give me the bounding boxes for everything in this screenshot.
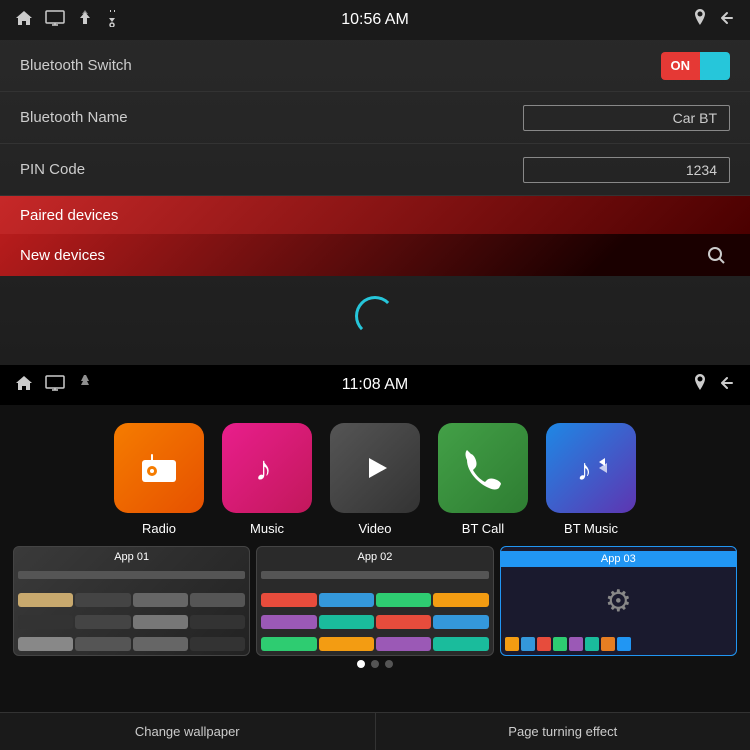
bluetooth-name-row: Bluetooth Name: [0, 92, 750, 144]
home-icon[interactable]: [15, 10, 33, 31]
bottom-display-icon[interactable]: [45, 375, 65, 396]
bluetooth-name-input[interactable]: [523, 105, 730, 131]
bottom-back-icon[interactable]: [719, 375, 735, 396]
thumbnail-app01-title: App 01: [14, 551, 249, 563]
bottom-time: 11:08 AM: [342, 376, 408, 394]
svg-text:♪: ♪: [577, 454, 592, 487]
location-icon: [693, 9, 707, 32]
thumbnail-row: App 01 App 02: [0, 546, 750, 656]
thumbnail-app02-title: App 02: [257, 551, 492, 563]
bottom-up-arrows-icon[interactable]: [77, 375, 93, 396]
music-icon: ♪: [222, 423, 312, 513]
pin-code-row: PIN Code: [0, 144, 750, 196]
radio-label: Radio: [142, 521, 176, 536]
paired-devices-label: Paired devices: [20, 207, 118, 224]
back-icon[interactable]: [719, 10, 735, 31]
bottom-status-bar: 11:08 AM: [0, 365, 750, 405]
app-grid: Radio ♪ Music Video B: [0, 405, 750, 546]
bluetooth-toggle[interactable]: ON: [661, 52, 731, 80]
radio-icon: [114, 423, 204, 513]
page-dots: [0, 656, 750, 676]
status-bar-left-icons: [15, 9, 119, 32]
thumbnail-app03-title: App 03: [501, 551, 736, 567]
bluetooth-name-label: Bluetooth Name: [20, 109, 128, 126]
thumbnail-app03[interactable]: App 03 ⚙: [500, 546, 737, 656]
bottom-bar: Change wallpaper Page turning effect: [0, 712, 750, 750]
video-icon: [330, 423, 420, 513]
home-screen: 11:08 AM: [0, 365, 750, 750]
thumbnail-app02-content: [257, 547, 492, 655]
page-turning-label: Page turning effect: [508, 724, 617, 739]
bt-music-label: BT Music: [564, 521, 618, 536]
bottom-status-bar-right: [693, 374, 735, 397]
dot-2[interactable]: [371, 660, 379, 668]
bt-call-icon: [438, 423, 528, 513]
settings-content: Bluetooth Switch ON Bluetooth Name PIN C…: [0, 40, 750, 276]
toggle-on-label[interactable]: ON: [661, 52, 701, 80]
status-bar-right-icons: [693, 9, 735, 32]
bt-music-icon: ♪: [546, 423, 636, 513]
paired-devices-header[interactable]: Paired devices: [0, 196, 750, 234]
music-label: Music: [250, 521, 284, 536]
radio-app[interactable]: Radio: [114, 423, 204, 536]
thumbnail-app01[interactable]: App 01: [13, 546, 250, 656]
thumbnail-app02[interactable]: App 02: [256, 546, 493, 656]
loading-area: [0, 276, 750, 356]
up-arrows-icon[interactable]: [77, 10, 93, 31]
bottom-location-icon: [693, 374, 707, 397]
dot-3[interactable]: [385, 660, 393, 668]
video-app[interactable]: Video: [330, 423, 420, 536]
top-time: 10:56 AM: [341, 11, 409, 29]
toggle-off-indicator[interactable]: [700, 52, 730, 80]
video-label: Video: [358, 521, 391, 536]
bt-call-label: BT Call: [462, 521, 504, 536]
change-wallpaper-label: Change wallpaper: [135, 724, 240, 739]
thumbnail-app01-content: [14, 547, 249, 655]
pin-code-label: PIN Code: [20, 161, 85, 178]
change-wallpaper-button[interactable]: Change wallpaper: [0, 713, 376, 750]
dot-1[interactable]: [357, 660, 365, 668]
bluetooth-settings-screen: 10:56 AM Bluetooth Switch ON: [0, 0, 750, 365]
bt-call-app[interactable]: BT Call: [438, 423, 528, 536]
bottom-status-bar-left: [15, 375, 93, 396]
new-devices-label: New devices: [20, 247, 105, 264]
bt-music-app[interactable]: ♪ BT Music: [546, 423, 636, 536]
top-status-bar: 10:56 AM: [0, 0, 750, 40]
music-app[interactable]: ♪ Music: [222, 423, 312, 536]
display-icon[interactable]: [45, 10, 65, 31]
new-devices-row[interactable]: New devices: [0, 234, 750, 276]
search-icon[interactable]: [702, 241, 730, 269]
pin-code-input[interactable]: [523, 157, 730, 183]
bluetooth-switch-label: Bluetooth Switch: [20, 57, 132, 74]
page-turning-effect-button[interactable]: Page turning effect: [376, 713, 750, 750]
loading-spinner: [355, 296, 395, 336]
bluetooth-switch-row: Bluetooth Switch ON: [0, 40, 750, 92]
bottom-home-icon[interactable]: [15, 375, 33, 396]
svg-text:♪: ♪: [255, 450, 272, 488]
usb-icon: [105, 9, 119, 32]
